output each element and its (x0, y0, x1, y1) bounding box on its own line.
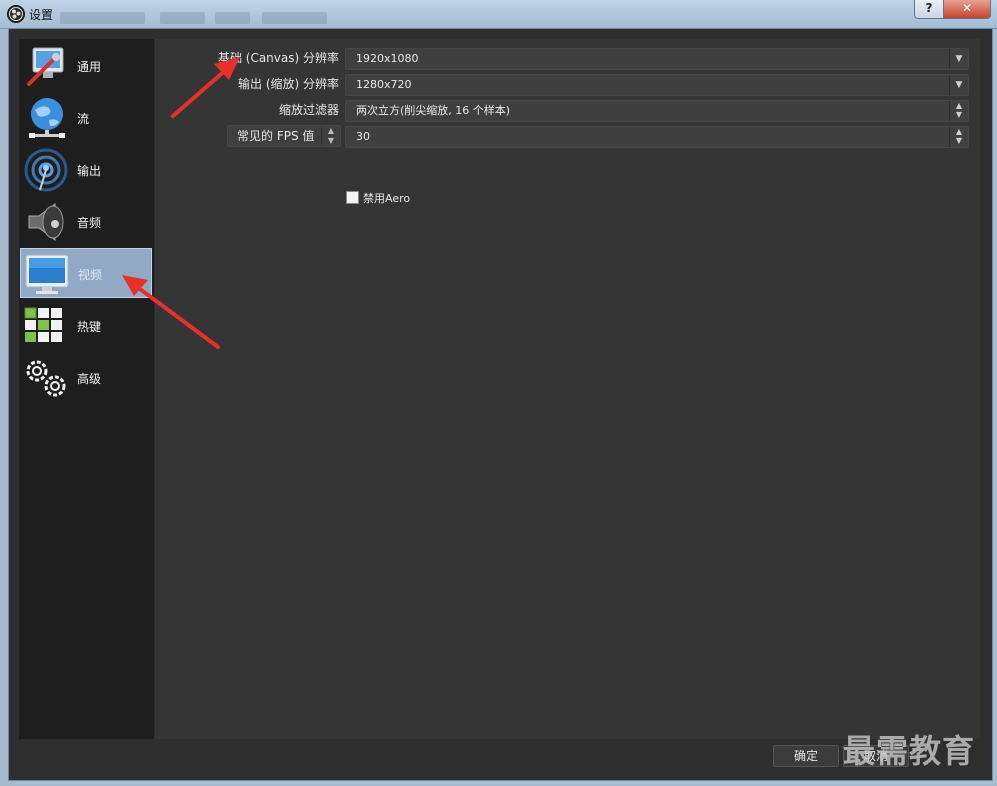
sidebar-item-hotkeys[interactable]: 热键 (20, 301, 152, 351)
up-down-arrows-icon: ▲ ▼ (321, 126, 340, 146)
speaker-icon (23, 200, 69, 244)
broadcast-antenna-icon (23, 148, 69, 192)
chevron-down-icon: ▼ (949, 49, 968, 69)
output-resolution-combo[interactable]: 1280x720 ▼ (345, 74, 969, 96)
base-resolution-value: 1920x1080 (356, 52, 419, 65)
disable-aero-label: 禁用Aero (363, 192, 411, 205)
fps-value-select[interactable]: 30 ▲ ▼ (345, 126, 969, 148)
downscale-filter-value: 两次立方(削尖缩放, 16 个样本) (356, 104, 511, 117)
chevron-down-icon: ▼ (949, 75, 968, 95)
up-down-arrows-icon: ▲ ▼ (949, 101, 968, 121)
sidebar-item-stream[interactable]: 流 (20, 93, 152, 143)
fps-type-select[interactable]: 常见的 FPS 值 ▲ ▼ (227, 125, 341, 147)
obs-logo-icon (7, 5, 25, 23)
settings-sidebar: 通用 流 输出 音频 视频 热键 高级 (19, 39, 154, 739)
sidebar-item-label: 视频 (78, 268, 103, 282)
output-resolution-label: 输出 (缩放) 分辨率 (238, 77, 339, 91)
sidebar-item-label: 高级 (77, 372, 102, 386)
disable-aero-checkbox[interactable] (346, 191, 359, 204)
gears-icon (23, 356, 69, 400)
sidebar-item-label: 输出 (77, 164, 102, 178)
fps-type-label: 常见的 FPS 值 (237, 129, 315, 143)
background-window-text (215, 12, 250, 24)
sidebar-item-audio[interactable]: 音频 (20, 197, 152, 247)
globe-network-icon (23, 96, 69, 140)
up-down-arrows-icon: ▲ ▼ (949, 127, 968, 147)
sidebar-item-output[interactable]: 输出 (20, 145, 152, 195)
sidebar-item-video[interactable]: 视频 (20, 248, 152, 298)
ok-button[interactable]: 确定 (773, 745, 839, 767)
sidebar-item-label: 流 (77, 112, 90, 126)
close-button[interactable]: ✕ (943, 0, 991, 19)
keyboard-keys-icon (23, 304, 69, 348)
general-settings-icon (23, 44, 69, 88)
sidebar-item-advanced[interactable]: 高级 (20, 353, 152, 403)
output-resolution-value: 1280x720 (356, 78, 412, 91)
downscale-filter-select[interactable]: 两次立方(削尖缩放, 16 个样本) ▲ ▼ (345, 100, 969, 122)
window-title: 设置 (29, 8, 54, 22)
background-window-text (160, 12, 205, 24)
sidebar-item-label: 音频 (77, 216, 102, 230)
sidebar-item-general[interactable]: 通用 (20, 41, 152, 91)
base-resolution-combo[interactable]: 1920x1080 ▼ (345, 48, 969, 70)
watermark-logo: 最需教育 (843, 732, 976, 770)
help-button[interactable]: ? (914, 0, 944, 19)
title-bar: 设置 ? ✕ (0, 0, 997, 29)
background-window-text (262, 12, 327, 24)
monitor-icon (24, 252, 70, 296)
fps-value: 30 (356, 130, 370, 143)
base-resolution-label: 基础 (Canvas) 分辨率 (217, 51, 339, 65)
downscale-filter-label: 缩放过滤器 (278, 103, 339, 117)
sidebar-item-label: 热键 (77, 320, 102, 334)
background-window-text (60, 12, 145, 24)
sidebar-item-label: 通用 (77, 60, 102, 74)
